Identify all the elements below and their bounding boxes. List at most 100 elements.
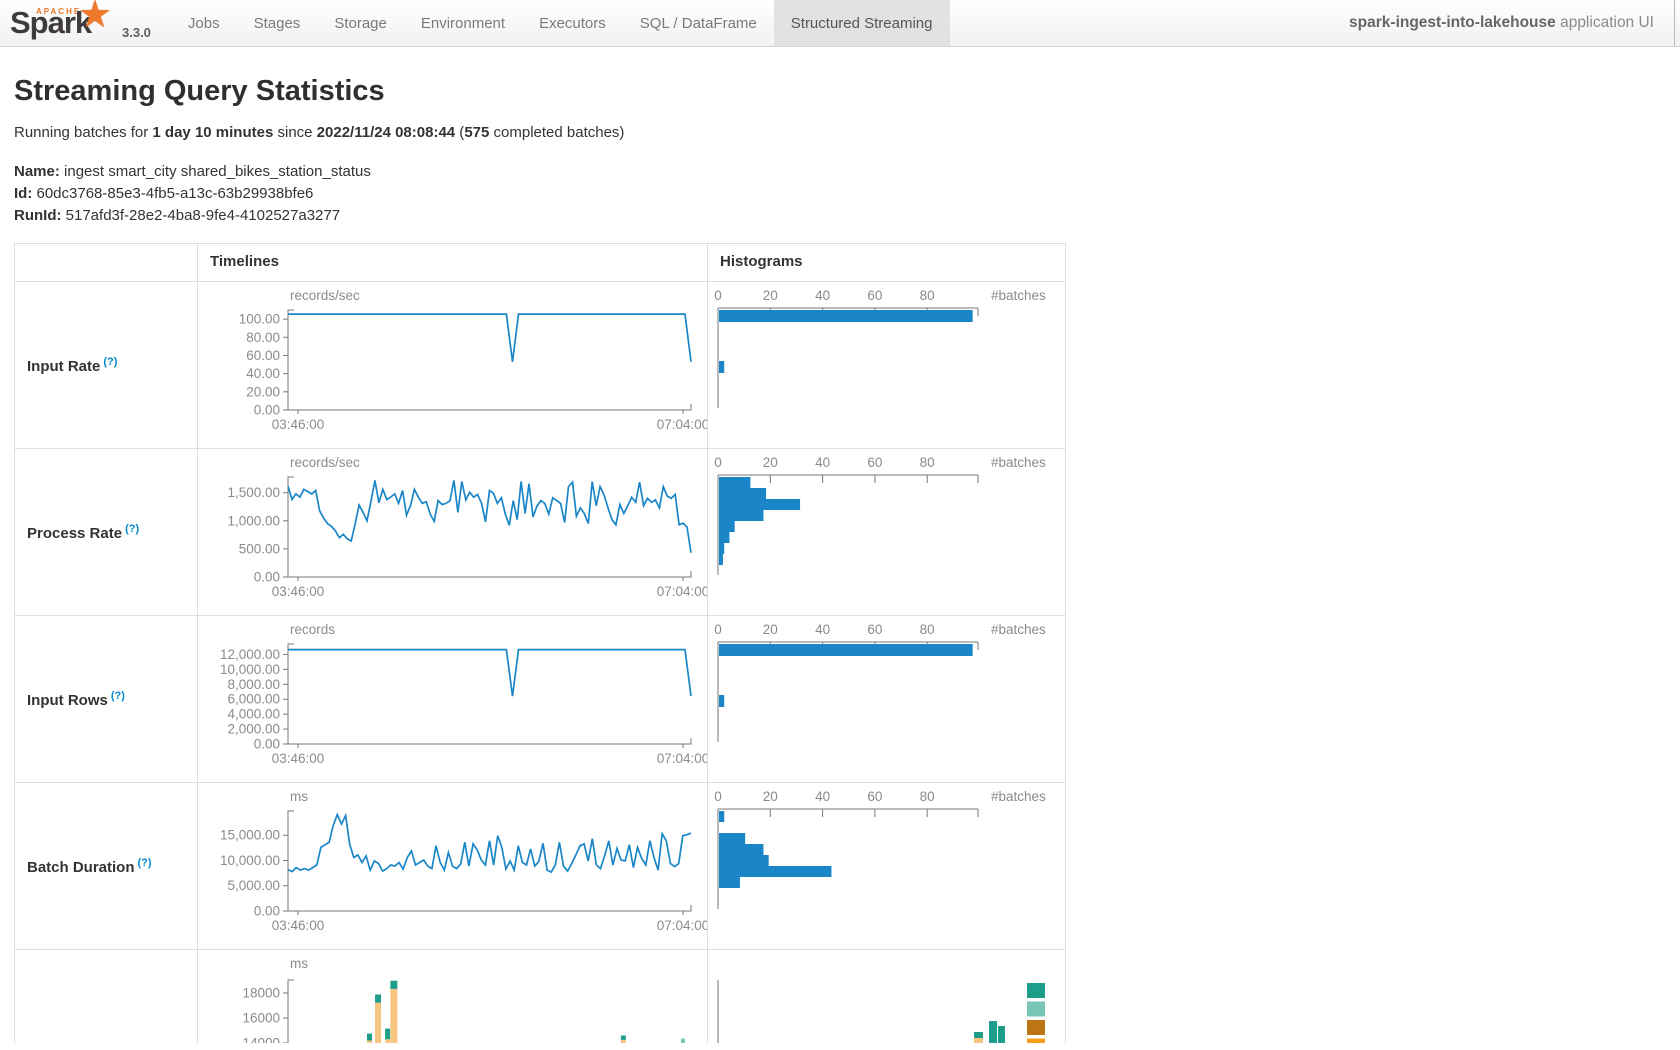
svg-text:1,500.00: 1,500.00 (227, 485, 280, 500)
query-id-label: Id: (14, 185, 32, 202)
completed-batches-count: 575 (464, 124, 489, 141)
application-name: spark-ingest-into-lakehouse (1349, 14, 1556, 31)
svg-text:80: 80 (920, 288, 935, 303)
svg-text:0.00: 0.00 (254, 904, 280, 919)
tab-jobs[interactable]: Jobs (171, 0, 237, 46)
page-title: Streaming Query Statistics (14, 75, 1680, 108)
running-prefix: Running batches for (14, 124, 152, 141)
tab-environment[interactable]: Environment (404, 0, 522, 46)
input-rows-label: Input Rows (27, 692, 108, 709)
svg-text:500.00: 500.00 (239, 542, 280, 557)
row-label-batch-duration: Batch Duration(?) (15, 783, 198, 950)
svg-text:0.00: 0.00 (254, 570, 280, 585)
query-name-line: Name: ingest smart_city shared_bikes_sta… (14, 161, 1680, 183)
query-name-label: Name: (14, 163, 60, 180)
svg-text:4,000.00: 4,000.00 (227, 707, 280, 722)
svg-text:60: 60 (867, 288, 882, 303)
tab-storage[interactable]: Storage (317, 0, 404, 46)
svg-text:8,000.00: 8,000.00 (227, 677, 280, 692)
svg-text:1,000.00: 1,000.00 (227, 514, 280, 529)
input-rate-histogram-chart: 020406080#batches (708, 282, 1066, 449)
row-label-operation-duration (15, 950, 198, 1043)
query-runid-line: RunId: 517afd3f-28e2-4ba8-9fe4-4102527a3… (14, 205, 1680, 227)
spark-logo[interactable]: APACHE Spark ★ (0, 0, 122, 46)
query-runid-label: RunId: (14, 207, 61, 224)
svg-text:10,000.00: 10,000.00 (220, 662, 280, 677)
svg-text:#batches: #batches (991, 622, 1046, 637)
svg-text:40: 40 (815, 622, 830, 637)
svg-text:16000: 16000 (242, 1011, 280, 1026)
svg-text:records/sec: records/sec (290, 288, 360, 303)
running-duration: 1 day 10 minutes (152, 124, 273, 141)
query-id-line: Id: 60dc3768-85e3-4fb5-a13c-63b29938bfe6 (14, 183, 1680, 205)
row-label-input-rows: Input Rows(?) (15, 616, 198, 783)
svg-text:20: 20 (763, 288, 778, 303)
process-rate-timeline-chart: records/sec0.00500.001,000.001,500.0003:… (198, 449, 708, 616)
svg-text:07:04:00: 07:04:00 (657, 751, 707, 766)
input-rows-timeline-svg: records0.002,000.004,000.006,000.008,000… (198, 616, 707, 782)
svg-text:80.00: 80.00 (246, 330, 280, 345)
tab-sql-dataframe[interactable]: SQL / DataFrame (623, 0, 774, 46)
row-label-input-rate: Input Rate(?) (15, 282, 198, 449)
svg-text:ms: ms (290, 956, 308, 971)
svg-text:0.00: 0.00 (254, 403, 280, 418)
svg-text:2,000.00: 2,000.00 (227, 722, 280, 737)
running-paren: ( (455, 124, 464, 141)
svg-text:60: 60 (867, 789, 882, 804)
svg-text:03:46:00: 03:46:00 (272, 918, 325, 933)
process-rate-timeline-svg: records/sec0.00500.001,000.001,500.0003:… (198, 449, 707, 615)
svg-text:6,000.00: 6,000.00 (227, 692, 280, 707)
svg-text:#batches: #batches (991, 789, 1046, 804)
svg-text:07:04:00: 07:04:00 (657, 918, 707, 933)
svg-text:#batches: #batches (991, 455, 1046, 470)
tab-structured-streaming[interactable]: Structured Streaming (774, 0, 950, 46)
spark-version: 3.3.0 (122, 25, 157, 46)
header-empty-cell (15, 244, 198, 282)
svg-text:40: 40 (815, 789, 830, 804)
process-rate-help-link[interactable]: (?) (125, 523, 139, 535)
operation-duration-histogram-svg (708, 950, 1065, 1043)
svg-text:records/sec: records/sec (290, 455, 360, 470)
input-rows-histogram-svg: 020406080#batches (708, 616, 1065, 782)
svg-text:10,000.00: 10,000.00 (220, 853, 280, 868)
svg-text:07:04:00: 07:04:00 (657, 584, 707, 599)
header-timelines: Timelines (198, 244, 708, 282)
operation-duration-timeline-svg: ms180001600014000 (198, 950, 707, 1043)
input-rate-timeline-chart: records/sec0.0020.0040.0060.0080.00100.0… (198, 282, 708, 449)
input-rate-timeline-svg: records/sec0.0020.0040.0060.0080.00100.0… (198, 282, 707, 448)
svg-text:0: 0 (714, 455, 722, 470)
operation-duration-histogram-chart (708, 950, 1066, 1043)
svg-text:12,000.00: 12,000.00 (220, 647, 280, 662)
header-histograms: Histograms (708, 244, 1066, 282)
running-batches-line: Running batches for 1 day 10 minutes sin… (14, 124, 1680, 141)
svg-text:07:04:00: 07:04:00 (657, 417, 707, 432)
input-rows-help-link[interactable]: (?) (111, 690, 125, 702)
tab-executors[interactable]: Executors (522, 0, 623, 46)
svg-text:20: 20 (763, 455, 778, 470)
query-runid-value: 517afd3f-28e2-4ba8-9fe4-4102527a3277 (61, 207, 340, 224)
query-name-value: ingest smart_city shared_bikes_station_s… (60, 163, 371, 180)
svg-text:40: 40 (815, 288, 830, 303)
svg-text:0: 0 (714, 789, 722, 804)
svg-text:20: 20 (763, 789, 778, 804)
tab-stages[interactable]: Stages (237, 0, 318, 46)
svg-text:80: 80 (920, 622, 935, 637)
running-tail: completed batches) (489, 124, 624, 141)
statistics-table: Timelines Histograms Input Rate(?) recor… (14, 243, 1066, 1043)
batch-duration-help-link[interactable]: (?) (138, 857, 152, 869)
query-id-value: 60dc3768-85e3-4fb5-a13c-63b29938bfe6 (32, 185, 313, 202)
svg-text:100.00: 100.00 (239, 312, 280, 327)
query-info-block: Name: ingest smart_city shared_bikes_sta… (14, 161, 1680, 226)
svg-text:20.00: 20.00 (246, 385, 280, 400)
main-content: Streaming Query Statistics Running batch… (0, 75, 1680, 1043)
svg-text:#batches: #batches (991, 288, 1046, 303)
input-rate-help-link[interactable]: (?) (103, 356, 117, 368)
batch-duration-histogram-svg: 020406080#batches (708, 783, 1065, 949)
input-rate-histogram-svg: 020406080#batches (708, 282, 1065, 448)
svg-text:14000: 14000 (242, 1036, 280, 1044)
process-rate-histogram-chart: 020406080#batches (708, 449, 1066, 616)
svg-text:0: 0 (714, 622, 722, 637)
svg-text:03:46:00: 03:46:00 (272, 751, 325, 766)
nav-edge-divider (1674, 0, 1675, 46)
input-rate-label: Input Rate (27, 358, 100, 375)
